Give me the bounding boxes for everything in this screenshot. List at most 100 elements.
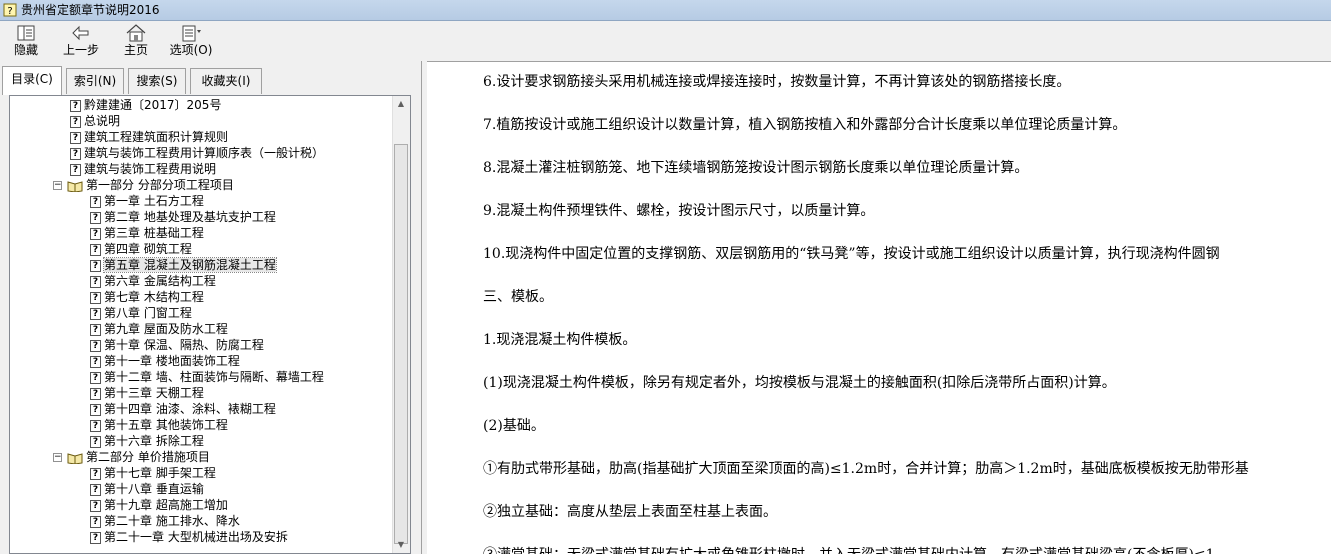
tree-item-label: 第八章 门窗工程 (104, 306, 192, 320)
tree-item-label: 第十三章 天棚工程 (104, 386, 204, 400)
tree-item-label: 第十七章 脚手架工程 (104, 466, 216, 480)
content-paragraph: ③满堂基础：无梁式满堂基础有扩大或角锥形柱墩时，并入无梁式满堂基础内计算。有梁式… (483, 546, 1215, 554)
tree-item-label: 第二章 地基处理及基坑支护工程 (104, 210, 276, 224)
tree-item-label: 第五章 混凝土及钢筋混凝土工程 (103, 257, 277, 273)
tree-scrollbar[interactable]: ▲ ▼ (392, 96, 410, 553)
toolbar: 隐藏 上一步 主页 选项(O) (0, 21, 1331, 61)
help-topic-icon: ? (90, 387, 101, 400)
help-topic-icon: ? (90, 227, 101, 240)
tree-folder[interactable]: 第二部分 单价措施项目 (67, 449, 210, 465)
tree-item[interactable]: ? 建筑与装饰工程费用计算顺序表（一般计税） (70, 145, 324, 161)
help-topic-icon: ? (90, 307, 101, 320)
help-topic-icon: ? (90, 499, 101, 512)
tree-item[interactable]: ? 第十三章 天棚工程 (90, 385, 204, 401)
help-topic-icon: ? (90, 371, 101, 384)
tree-item-label: 第三章 桩基础工程 (104, 226, 204, 240)
tab-search[interactable]: 搜索(S) (128, 68, 186, 94)
tree-item[interactable]: ? 第十五章 其他装饰工程 (90, 417, 228, 433)
tree-item-label: 第十二章 墙、柱面装饰与隔断、幕墙工程 (104, 370, 324, 384)
help-topic-icon: ? (70, 131, 81, 144)
help-topic-icon: ? (90, 323, 101, 336)
open-book-icon (67, 452, 83, 464)
svg-text:?: ? (7, 6, 12, 17)
content-paragraph: (2)基础。 (483, 418, 545, 434)
hide-pane-icon (17, 25, 35, 41)
tab-index[interactable]: 索引(N) (66, 68, 124, 94)
content-paragraph: 9.混凝土构件预埋铁件、螺栓，按设计图示尺寸，以质量计算。 (483, 203, 875, 219)
content-paragraph: 7.植筋按设计或施工组织设计以数量计算，植入钢筋按植入和外露部分合计长度乘以单位… (483, 117, 1127, 133)
tree-folder[interactable]: 第一部分 分部分项工程项目 (67, 177, 234, 193)
tree-item[interactable]: ? 第四章 砌筑工程 (90, 241, 192, 257)
tree-item-label: 第十八章 垂直运输 (104, 482, 204, 496)
tree-item-label: 第七章 木结构工程 (104, 290, 204, 304)
scroll-thumb[interactable] (394, 144, 408, 544)
tree-item[interactable]: ? 第十一章 楼地面装饰工程 (90, 353, 240, 369)
tree-item-label: 第十章 保温、隔热、防腐工程 (104, 338, 264, 352)
help-topic-icon: ? (70, 115, 81, 128)
collapse-toggle[interactable]: − (53, 453, 62, 462)
tree-item[interactable]: ? 第十八章 垂直运输 (90, 481, 204, 497)
tree-item[interactable]: ? 建筑与装饰工程费用说明 (70, 161, 216, 177)
help-topic-icon: ? (90, 515, 101, 528)
back-label: 上一步 (62, 43, 99, 57)
tree-item-label: 总说明 (84, 114, 121, 128)
tree-item-label: 建筑与装饰工程费用计算顺序表（一般计税） (84, 146, 325, 160)
content-heading: 三、模板。 (483, 289, 553, 305)
home-button[interactable]: 主页 (118, 23, 154, 61)
hide-button[interactable]: 隐藏 (6, 23, 46, 61)
tree-item-label: 第十四章 油漆、涂料、裱糊工程 (104, 402, 276, 416)
tree-item[interactable]: ? 第二章 地基处理及基坑支护工程 (90, 209, 276, 225)
tree-item[interactable]: ? 总说明 (70, 113, 120, 129)
tree-item-label: 第十六章 拆除工程 (104, 434, 204, 448)
collapse-toggle[interactable]: − (53, 181, 62, 190)
help-topic-icon: ? (90, 467, 101, 480)
options-label: 选项(O) (169, 43, 213, 57)
help-topic-icon: ? (70, 99, 81, 112)
title-bar: ? 贵州省定额章节说明2016 (0, 0, 1331, 21)
tree-item[interactable]: ? 第二十章 施工排水、降水 (90, 513, 240, 529)
tree-item-label: 第九章 屋面及防水工程 (104, 322, 228, 336)
tab-favorites[interactable]: 收藏夹(I) (190, 68, 262, 94)
tree-item[interactable]: ? 第十六章 拆除工程 (90, 433, 204, 449)
help-app-icon: ? (3, 3, 17, 17)
tree-item-selected[interactable]: ? 第五章 混凝土及钢筋混凝土工程 (90, 257, 277, 273)
content-paragraph: ①有肋式带形基础，肋高(指基础扩大顶面至梁顶面的高)≤1.2m时，合并计算；肋高… (483, 461, 1249, 477)
home-icon (126, 24, 146, 42)
scroll-down-icon[interactable]: ▼ (393, 537, 409, 553)
tree-folder-label: 第一部分 分部分项工程项目 (86, 178, 234, 192)
hide-label: 隐藏 (13, 43, 38, 57)
tree-item-label: 建筑工程建筑面积计算规则 (84, 130, 229, 144)
tree-item-label: 建筑与装饰工程费用说明 (84, 162, 217, 176)
content-paragraph: ②独立基础：高度从垫层上表面至柱基上表面。 (483, 504, 777, 520)
tree-item[interactable]: ? 第七章 木结构工程 (90, 289, 204, 305)
tree-item[interactable]: ? 第九章 屋面及防水工程 (90, 321, 228, 337)
tree-item-label: 第十五章 其他装饰工程 (104, 418, 228, 432)
tree-item[interactable]: ? 第十章 保温、隔热、防腐工程 (90, 337, 264, 353)
tree-item[interactable]: ? 建筑工程建筑面积计算规则 (70, 129, 228, 145)
contents-tree[interactable]: ? 黔建建通〔2017〕205号 ? 总说明 ? 建筑工程建筑面积计算规则 ? 建筑与装… (9, 95, 411, 554)
tree-item[interactable]: ? 第十七章 脚手架工程 (90, 465, 216, 481)
scroll-up-icon[interactable]: ▲ (393, 96, 409, 112)
tree-item[interactable]: ? 第一章 土石方工程 (90, 193, 204, 209)
tree-item[interactable]: ? 第八章 门窗工程 (90, 305, 192, 321)
tree-item[interactable]: ? 第十四章 油漆、涂料、裱糊工程 (90, 401, 276, 417)
tree-item[interactable]: ? 黔建建通〔2017〕205号 (70, 97, 221, 113)
options-button[interactable]: 选项(O) (166, 23, 216, 61)
tab-contents[interactable]: 目录(C) (2, 66, 62, 95)
back-arrow-icon (72, 25, 89, 41)
help-topic-icon: ? (90, 211, 101, 224)
home-label: 主页 (123, 43, 148, 57)
tree-item[interactable]: ? 第六章 金属结构工程 (90, 273, 216, 289)
tree-item-label: 第六章 金属结构工程 (104, 274, 216, 288)
help-topic-icon: ? (90, 355, 101, 368)
help-topic-icon: ? (90, 195, 101, 208)
back-button[interactable]: 上一步 (58, 23, 104, 61)
content-paragraph: (1)现浇混凝土构件模板，除另有规定者外，均按模板与混凝土的接触面积(扣除后浇带… (483, 375, 1116, 391)
tree-item-label: 第二十章 施工排水、降水 (104, 514, 240, 528)
tree-item[interactable]: ? 第二十一章 大型机械进出场及安拆 (90, 529, 288, 545)
help-topic-icon: ? (90, 243, 101, 256)
help-topic-icon: ? (70, 147, 81, 160)
tree-item[interactable]: ? 第三章 桩基础工程 (90, 225, 204, 241)
tree-item[interactable]: ? 第十二章 墙、柱面装饰与隔断、幕墙工程 (90, 369, 324, 385)
tree-item[interactable]: ? 第十九章 超高施工增加 (90, 497, 228, 513)
